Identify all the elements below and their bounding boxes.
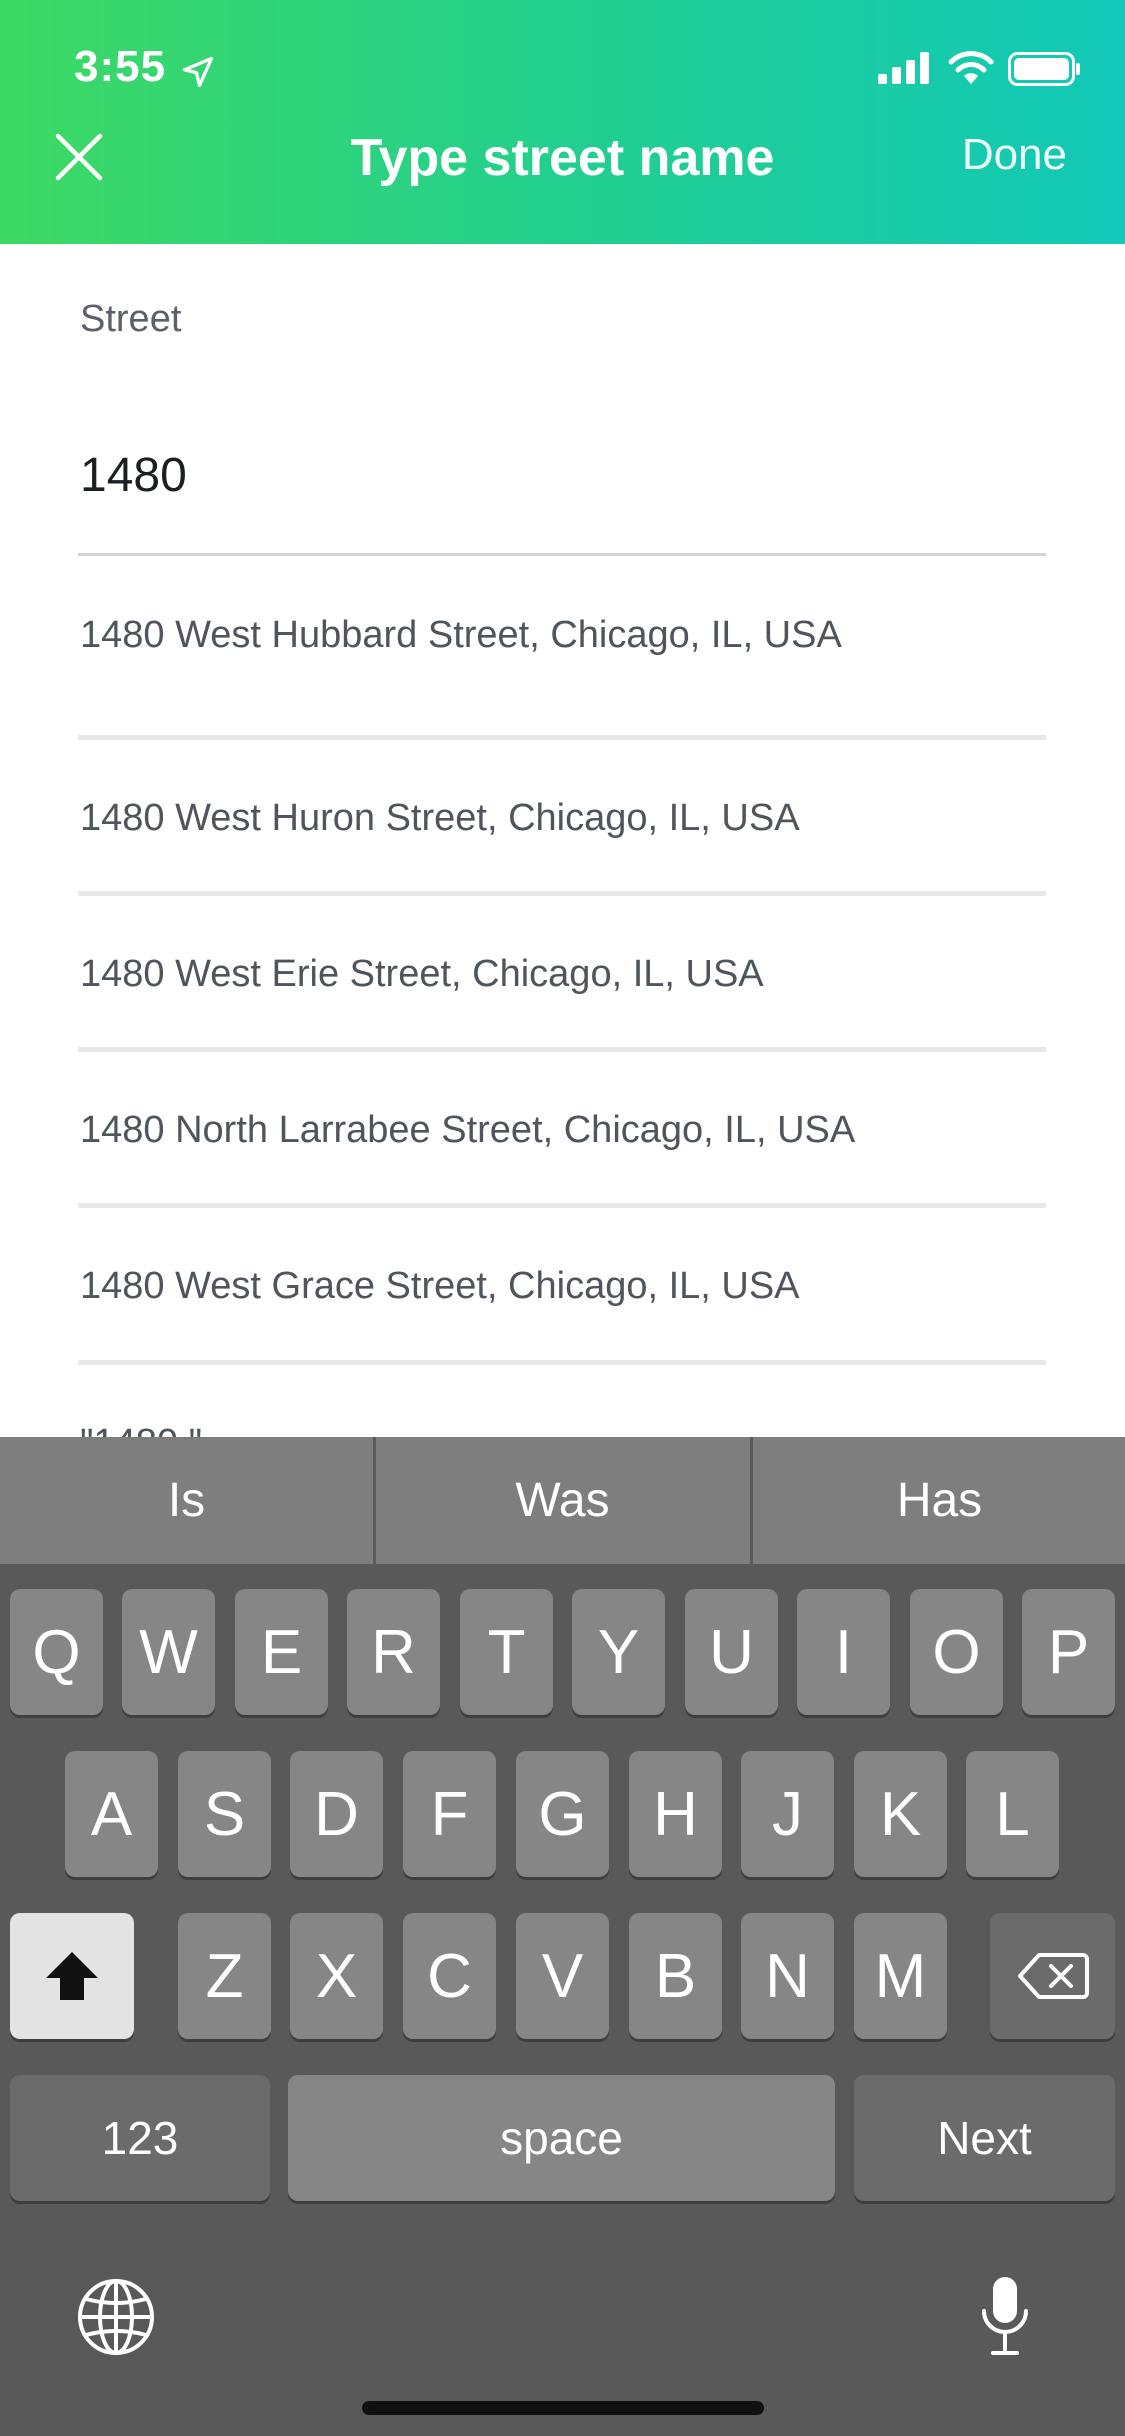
space-key[interactable]: space (288, 2075, 835, 2201)
backspace-icon (1017, 1953, 1089, 1999)
globe-icon[interactable] (76, 2277, 156, 2357)
navigation-header: 3:55 Type street name Done (0, 0, 1125, 244)
key-s[interactable]: S (178, 1751, 271, 1877)
suggestion-list: 1480 West Hubbard Street, Chicago, IL, U… (0, 557, 1125, 1437)
key-e[interactable]: E (235, 1589, 328, 1715)
microphone-icon[interactable] (980, 2275, 1030, 2359)
suggestion-item[interactable]: 1480 West Grace Street, Chicago, IL, USA (80, 1208, 1046, 1364)
shift-icon (46, 1952, 98, 2000)
key-y[interactable]: Y (572, 1589, 665, 1715)
key-p[interactable]: P (1022, 1589, 1115, 1715)
keyboard: Is Was Has Q W E R T Y U I O P A S D F G… (0, 1437, 1125, 2436)
key-m[interactable]: M (854, 1913, 947, 2039)
key-u[interactable]: U (685, 1589, 778, 1715)
prediction-is[interactable]: Is (0, 1437, 373, 1564)
suggestion-item[interactable]: 1480 West Huron Street, Chicago, IL, USA (80, 740, 1046, 896)
key-g[interactable]: G (516, 1751, 609, 1877)
key-q[interactable]: Q (10, 1589, 103, 1715)
suggestion-item[interactable]: 1480 West Erie Street, Chicago, IL, USA (80, 896, 1046, 1052)
shift-key[interactable] (10, 1913, 134, 2039)
next-key[interactable]: Next (854, 2075, 1115, 2201)
prediction-was[interactable]: Was (376, 1437, 749, 1564)
key-d[interactable]: D (290, 1751, 383, 1877)
key-t[interactable]: T (460, 1589, 553, 1715)
wifi-icon (948, 51, 994, 84)
backspace-key[interactable] (990, 1913, 1115, 2039)
input-underline (78, 553, 1046, 556)
suggestion-item[interactable]: 1480 West Hubbard Street, Chicago, IL, U… (80, 557, 1046, 713)
key-i[interactable]: I (797, 1589, 890, 1715)
key-a[interactable]: A (65, 1751, 158, 1877)
key-c[interactable]: C (403, 1913, 496, 2039)
status-time: 3:55 (74, 42, 167, 91)
battery-icon (1008, 52, 1080, 86)
street-field-label: Street (80, 298, 182, 340)
key-o[interactable]: O (910, 1589, 1003, 1715)
key-h[interactable]: H (629, 1751, 722, 1877)
key-k[interactable]: K (854, 1751, 947, 1877)
page-title: Type street name (350, 129, 775, 187)
street-input[interactable] (80, 440, 1046, 510)
location-arrow-icon (182, 56, 214, 88)
done-button[interactable]: Done (962, 130, 1067, 180)
key-z[interactable]: Z (178, 1913, 271, 2039)
key-b[interactable]: B (629, 1913, 722, 2039)
cellular-signal-icon (878, 52, 929, 84)
prediction-has[interactable]: Has (753, 1437, 1125, 1564)
key-l[interactable]: L (966, 1751, 1059, 1877)
key-r[interactable]: R (347, 1589, 440, 1715)
predictive-text-bar: Is Was Has (0, 1437, 1125, 1564)
numbers-key[interactable]: 123 (10, 2075, 270, 2201)
home-indicator[interactable] (362, 2401, 764, 2415)
key-n[interactable]: N (741, 1913, 834, 2039)
key-f[interactable]: F (403, 1751, 496, 1877)
key-x[interactable]: X (290, 1913, 383, 2039)
suggestion-item-literal[interactable]: "1480 " (80, 1365, 1046, 1438)
suggestion-item[interactable]: 1480 North Larrabee Street, Chicago, IL,… (80, 1052, 1046, 1208)
key-j[interactable]: J (741, 1751, 834, 1877)
key-v[interactable]: V (516, 1913, 609, 2039)
key-w[interactable]: W (122, 1589, 215, 1715)
